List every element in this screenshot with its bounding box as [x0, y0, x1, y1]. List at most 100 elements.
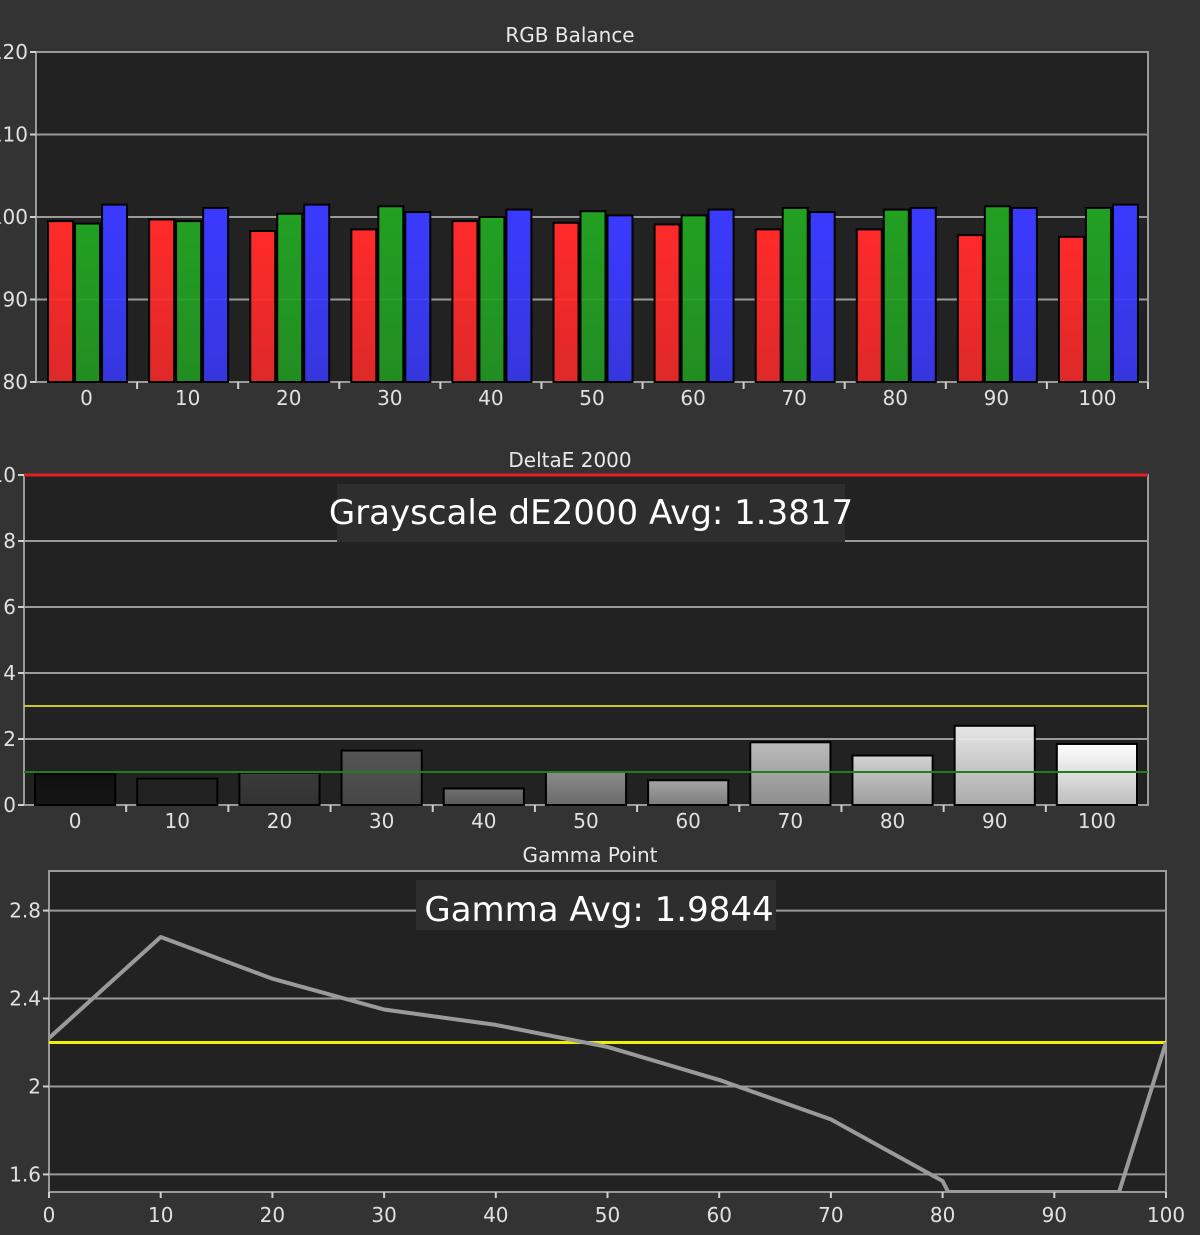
rgb-balance-y-axis: 120 110 100 90 80 — [0, 40, 36, 394]
calibration-charts: RGB Balance 1201101009080 01020304050607… — [0, 23, 1185, 1227]
gamma-x-tick-label: 0 — [43, 1203, 56, 1227]
rgb-bar — [202, 206, 230, 383]
rgb-bar — [808, 211, 836, 383]
rgb-bar — [175, 220, 203, 383]
deltae-title: DeltaE 2000 — [508, 448, 631, 472]
deltae-bar — [647, 779, 730, 806]
rgb-y-tick-label: 120 — [0, 40, 28, 64]
rgb-balance-chart: RGB Balance 120 110 100 90 80 0 10 20 30 40 50 60 7… — [0, 23, 1149, 410]
deltae-x-tick-label: 40 — [471, 809, 496, 833]
gamma-title: Gamma Point — [523, 843, 658, 867]
rgb-bar — [451, 220, 479, 383]
gamma-chart: Gamma Point 2.8 2.4 2 1.6 0 10 20 30 40 50 60 70 80… — [9, 843, 1185, 1227]
gamma-x-tick-label: 10 — [148, 1203, 173, 1227]
rgb-x-tick-label: 100 — [1078, 386, 1116, 410]
rgb-x-tick-label: 20 — [276, 386, 301, 410]
rgb-bar — [350, 228, 378, 383]
deltae-x-tick-label: 20 — [267, 809, 292, 833]
deltae-bar — [238, 771, 321, 806]
rgb-x-tick-label: 50 — [579, 386, 604, 410]
rgb-balance-title: RGB Balance — [505, 23, 634, 47]
rgb-bar — [909, 206, 937, 383]
deltae-y-tick-label: 10 — [0, 463, 16, 487]
deltae-bar — [340, 749, 423, 806]
deltae-average-label: Grayscale dE2000 Avg: 1.3817 — [329, 493, 853, 533]
rgb-bar — [606, 214, 634, 383]
deltae-chart: DeltaE 2000 1086420 01020304050607080901… — [0, 448, 1149, 833]
rgb-bar — [148, 218, 176, 383]
rgb-bar — [707, 208, 735, 383]
deltae-bar — [544, 771, 628, 806]
deltae-x-tick-label: 30 — [369, 809, 394, 833]
rgb-balance-x-axis: 0 10 20 30 40 50 60 70 80 90 100 — [80, 382, 1149, 410]
deltae-bar — [953, 724, 1036, 806]
gamma-x-tick-label: 50 — [595, 1203, 620, 1227]
deltae-x-tick-label: 70 — [778, 809, 803, 833]
rgb-bar — [47, 220, 75, 383]
deltae-y-tick-label: 0 — [3, 793, 16, 817]
gamma-x-tick-label: 20 — [260, 1203, 285, 1227]
gamma-y-axis: 2.8 2.4 2 1.6 — [9, 899, 49, 1186]
rgb-bar — [1010, 206, 1038, 383]
rgb-x-tick-label: 90 — [984, 386, 1009, 410]
gamma-x-tick-label: 30 — [371, 1203, 396, 1227]
gamma-x-tick-label: 40 — [483, 1203, 508, 1227]
deltae-bar — [749, 741, 832, 806]
gamma-x-tick-label: 100 — [1147, 1203, 1185, 1227]
rgb-x-tick-label: 80 — [883, 386, 908, 410]
rgb-bar — [74, 222, 102, 383]
deltae-x-tick-label: 10 — [165, 809, 190, 833]
rgb-bar — [303, 203, 331, 383]
deltae-y-tick-label: 6 — [3, 595, 16, 619]
rgb-bar — [1111, 203, 1139, 383]
rgb-bar — [249, 230, 277, 383]
rgb-bar — [653, 223, 681, 383]
gamma-x-tick-label: 90 — [1042, 1203, 1067, 1227]
deltae-y-axis: 10 8 6 4 2 0 — [0, 463, 24, 817]
gamma-y-tick-label: 2.4 — [9, 987, 41, 1011]
deltae-x-axis: 0 10 20 30 40 50 60 70 80 90 100 — [69, 805, 1116, 833]
rgb-bar — [754, 228, 782, 383]
rgb-bar — [505, 208, 533, 383]
deltae-x-tick-label: 90 — [982, 809, 1007, 833]
rgb-bar — [680, 214, 708, 383]
rgb-bar — [404, 211, 432, 383]
gamma-x-tick-label: 60 — [706, 1203, 731, 1227]
rgb-bar — [478, 216, 506, 383]
deltae-bar — [442, 787, 525, 806]
gamma-y-tick-label: 2.8 — [9, 899, 41, 923]
rgb-bar — [1084, 206, 1112, 383]
rgb-x-tick-label: 0 — [80, 386, 93, 410]
gamma-x-axis: 0 10 20 30 40 50 60 70 80 90 100 — [43, 1192, 1185, 1227]
rgb-bar — [101, 203, 129, 383]
rgb-y-tick-label: 90 — [3, 288, 28, 312]
rgb-bar — [882, 208, 910, 383]
rgb-bar — [276, 212, 304, 383]
rgb-bar — [983, 205, 1011, 383]
gamma-average-label: Gamma Avg: 1.9844 — [424, 890, 773, 930]
gamma-x-tick-label: 80 — [930, 1203, 955, 1227]
deltae-x-tick-label: 60 — [675, 809, 700, 833]
deltae-bar — [1055, 742, 1139, 807]
rgb-bar — [855, 228, 883, 383]
rgb-x-tick-label: 60 — [680, 386, 705, 410]
gamma-y-tick-label: 2 — [28, 1074, 41, 1098]
rgb-y-tick-label: 100 — [0, 205, 28, 229]
rgb-bar — [552, 221, 580, 383]
rgb-y-tick-label: 80 — [3, 370, 28, 394]
gamma-x-tick-label: 70 — [818, 1203, 843, 1227]
deltae-bar — [851, 754, 934, 806]
rgb-x-tick-label: 70 — [781, 386, 806, 410]
rgb-y-tick-label: 110 — [0, 123, 28, 147]
deltae-x-tick-label: 50 — [573, 809, 598, 833]
deltae-y-tick-label: 2 — [3, 727, 16, 751]
rgb-x-tick-label: 30 — [377, 386, 402, 410]
rgb-bar — [1057, 235, 1085, 383]
rgb-x-tick-label: 10 — [175, 386, 200, 410]
rgb-bar — [956, 234, 984, 383]
deltae-bar — [136, 777, 219, 806]
deltae-y-tick-label: 8 — [3, 529, 16, 553]
deltae-bar — [34, 772, 117, 807]
deltae-x-tick-label: 80 — [880, 809, 905, 833]
gamma-y-tick-label: 1.6 — [9, 1162, 41, 1186]
